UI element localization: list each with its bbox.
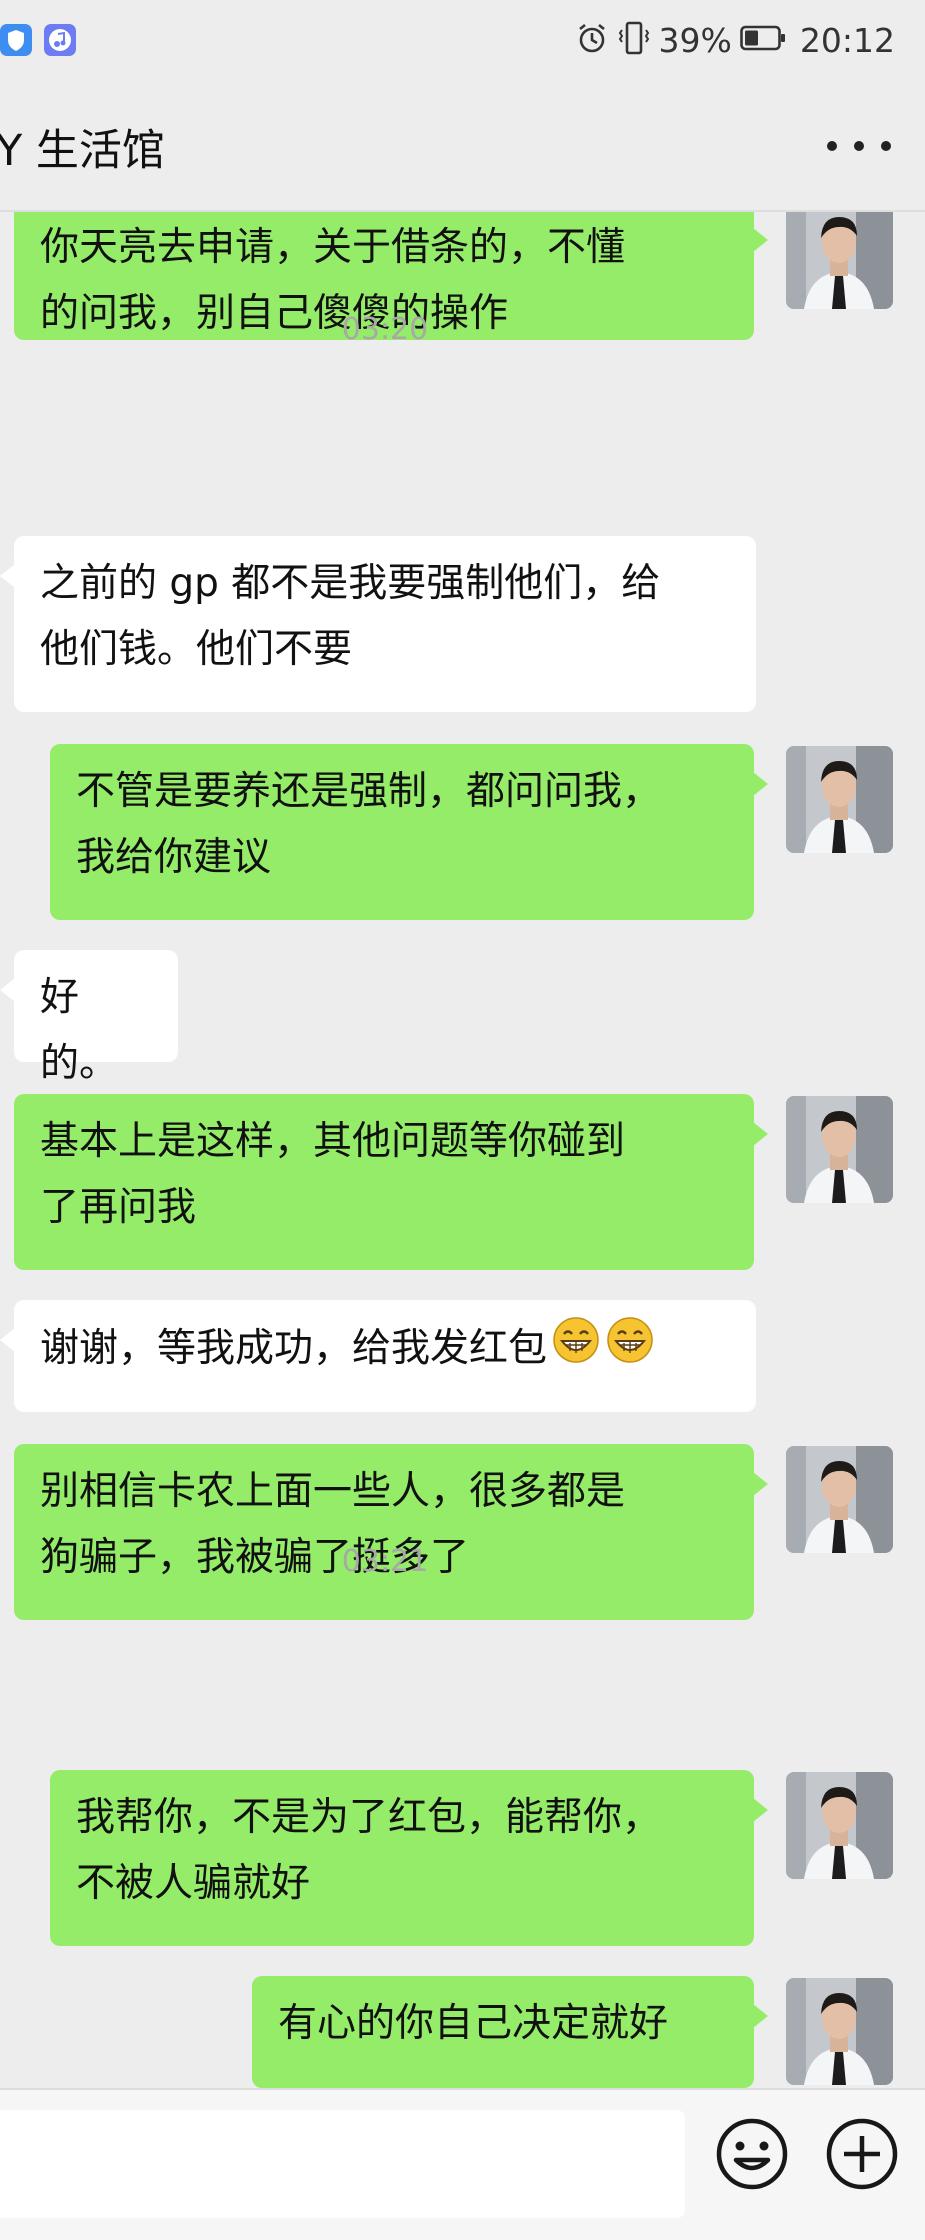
shield-app-icon xyxy=(0,24,32,56)
plus-circle-icon[interactable] xyxy=(822,2114,902,2194)
chat-title: Y 生活馆 xyxy=(0,126,165,176)
battery-percent: 39% xyxy=(658,20,732,60)
avatar[interactable] xyxy=(786,1096,893,1203)
incoming-message-bubble[interactable]: 谢谢，等我成功，给我发红包 xyxy=(0,1300,756,1412)
status-bar: 39% 20:12 xyxy=(0,0,925,80)
outgoing-message-bubble[interactable]: 我帮你，不是为了红包，能帮你， 不被人骗就好 xyxy=(50,1770,768,1946)
avatar[interactable] xyxy=(786,1446,893,1553)
message-text: 不管是要养还是强制，都问问我， 我给你建议 xyxy=(76,769,662,880)
message-text: 有心的你自己决定就好 xyxy=(278,2001,669,2046)
outgoing-message-bubble[interactable]: 基本上是这样，其他问题等你碰到 了再问我 xyxy=(14,1094,768,1270)
incoming-message-bubble[interactable]: 之前的 gp 都不是我要强制他们，给 他们钱。他们不要 xyxy=(0,536,756,712)
incoming-message-bubble[interactable]: 好的。 xyxy=(0,950,178,1086)
vibrate-icon xyxy=(617,20,651,60)
message-text: 之前的 gp 都不是我要强制他们，给 他们钱。他们不要 xyxy=(40,561,661,672)
outgoing-message-bubble[interactable]: 不管是要养还是强制，都问问我， 我给你建议 xyxy=(50,744,768,920)
outgoing-message-bubble[interactable]: 别相信卡农上面一些人，很多都是 狗骗子，我被骗了挺多了 xyxy=(14,1444,768,1620)
smiley-icon[interactable] xyxy=(712,2114,792,2194)
chat-screen: 39% 20:12 Y 生活馆 你天亮去申请，关于借条的，不懂 的问我，别自己傻… xyxy=(0,0,925,2240)
message-text: 基本上是这样，其他问题等你碰到 了再问我 xyxy=(40,1119,626,1230)
avatar[interactable] xyxy=(786,746,893,853)
timestamp: 03:20 xyxy=(341,312,429,347)
music-app-icon xyxy=(44,24,76,56)
message-text: 我帮你，不是为了红包，能帮你， 不被人骗就好 xyxy=(76,1795,662,1906)
grinning-emoji-icon xyxy=(605,1315,655,1386)
message-input[interactable] xyxy=(0,2110,685,2218)
message-text: 谢谢，等我成功，给我发红包 xyxy=(40,1326,548,1371)
chat-header: Y 生活馆 xyxy=(0,80,925,212)
outgoing-message-bubble[interactable]: 有心的你自己决定就好 xyxy=(252,1976,768,2088)
avatar[interactable] xyxy=(786,1978,893,2085)
battery-icon xyxy=(740,25,786,55)
avatar[interactable] xyxy=(786,212,893,309)
more-dots-icon[interactable] xyxy=(827,130,891,162)
clock: 20:12 xyxy=(799,20,895,60)
input-bar xyxy=(0,2088,925,2240)
avatar[interactable] xyxy=(786,1772,893,1879)
timestamp: 03:21 xyxy=(341,1544,429,1579)
grinning-emoji-icon xyxy=(551,1315,601,1386)
message-list[interactable]: 你天亮去申请，关于借条的，不懂 的问我，别自己傻傻的操作 03:20 之前的 gp … xyxy=(0,212,925,2088)
status-bar-right: 39% 20:12 xyxy=(575,18,895,62)
alarm-icon xyxy=(575,21,609,59)
message-text: 好的。 xyxy=(40,975,119,1086)
